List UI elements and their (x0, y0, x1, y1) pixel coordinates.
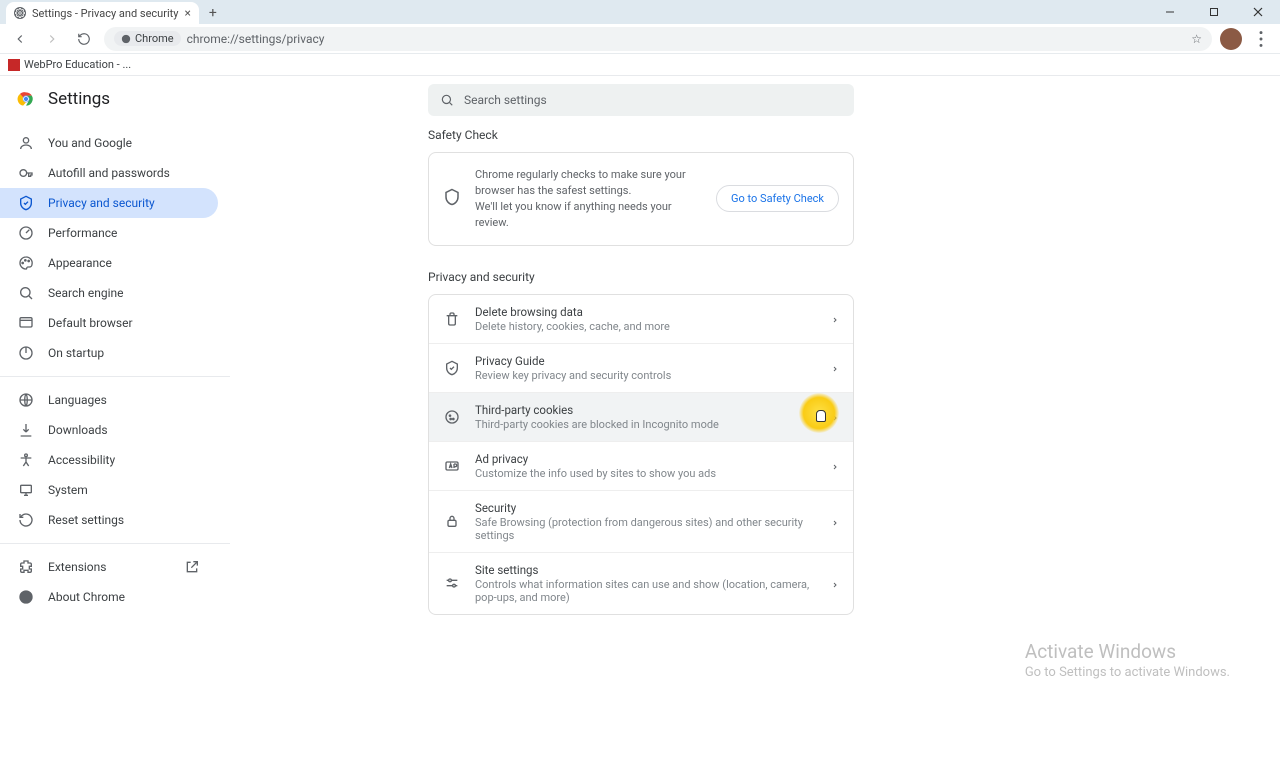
sidebar-item-reset[interactable]: Reset settings (0, 505, 218, 535)
sidebar-item-on-startup[interactable]: On startup (0, 338, 218, 368)
sidebar-item-privacy[interactable]: Privacy and security (0, 188, 218, 218)
privacy-heading: Privacy and security (428, 270, 854, 284)
chrome-logo-icon (16, 89, 36, 109)
row-privacy-guide[interactable]: Privacy GuideReview key privacy and secu… (429, 344, 853, 393)
chevron-right-icon (831, 309, 839, 328)
window-titlebar: Settings - Privacy and security × + (0, 0, 1280, 24)
window-controls (1148, 0, 1280, 24)
privacy-list: Delete browsing dataDelete history, cook… (428, 294, 854, 615)
shield-check-icon (443, 360, 461, 376)
search-settings-input[interactable]: Search settings (428, 84, 854, 116)
row-ad-privacy[interactable]: Ad privacyCustomize the info used by sit… (429, 442, 853, 491)
sidebar-item-system[interactable]: System (0, 475, 218, 505)
forward-button[interactable] (40, 27, 64, 51)
browser-toolbar: Chrome chrome://settings/privacy ☆ (0, 24, 1280, 54)
chevron-right-icon (831, 456, 839, 475)
lock-icon (443, 513, 461, 529)
tab-title: Settings - Privacy and security (32, 7, 178, 20)
sidebar-item-about[interactable]: About Chrome (0, 582, 218, 612)
sidebar-item-downloads[interactable]: Downloads (0, 415, 218, 445)
row-third-party-cookies[interactable]: Third-party cookiesThird-party cookies a… (429, 393, 853, 442)
row-security[interactable]: SecuritySafe Browsing (protection from d… (429, 491, 853, 553)
close-window-button[interactable] (1236, 0, 1280, 24)
search-placeholder: Search settings (464, 93, 547, 107)
sidebar-item-autofill[interactable]: Autofill and passwords (0, 158, 218, 188)
sidebar-item-extensions[interactable]: Extensions (0, 552, 218, 582)
sidebar-item-languages[interactable]: Languages (0, 385, 218, 415)
sidebar-item-performance[interactable]: Performance (0, 218, 218, 248)
chevron-right-icon (831, 358, 839, 377)
search-icon (440, 93, 454, 107)
settings-sidebar: You and Google Autofill and passwords Pr… (0, 122, 230, 612)
chevron-right-icon (831, 512, 839, 531)
settings-favicon-icon (14, 7, 26, 19)
sidebar-item-default-browser[interactable]: Default browser (0, 308, 218, 338)
reload-button[interactable] (72, 27, 96, 51)
row-site-settings[interactable]: Site settingsControls what information s… (429, 553, 853, 614)
browser-tab[interactable]: Settings - Privacy and security × (6, 2, 199, 24)
maximize-button[interactable] (1192, 0, 1236, 24)
sidebar-item-you-google[interactable]: You and Google (0, 128, 218, 158)
tab-close-icon[interactable]: × (184, 6, 190, 20)
profile-avatar[interactable] (1220, 28, 1242, 50)
row-delete-browsing-data[interactable]: Delete browsing dataDelete history, cook… (429, 295, 853, 344)
sidebar-item-search-engine[interactable]: Search engine (0, 278, 218, 308)
bookmarks-bar: WebPro Education - ... (0, 54, 1280, 76)
trash-icon (443, 311, 461, 327)
back-button[interactable] (8, 27, 32, 51)
omnibox-chip: Chrome (114, 31, 181, 46)
chevron-right-icon (831, 407, 839, 426)
sidebar-item-accessibility[interactable]: Accessibility (0, 445, 218, 475)
chrome-menu-icon[interactable] (1250, 28, 1272, 50)
chevron-right-icon (831, 574, 839, 593)
main-content: Safety Check Chrome regularly checks to … (428, 128, 854, 615)
bookmark-favicon-icon (8, 59, 20, 71)
safety-check-heading: Safety Check (428, 128, 854, 142)
cookie-icon (443, 409, 461, 425)
sliders-icon (443, 575, 461, 591)
ad-icon (443, 458, 461, 474)
bookmark-item[interactable]: WebPro Education - ... (8, 58, 131, 71)
nav-separator (0, 543, 230, 544)
go-to-safety-check-button[interactable]: Go to Safety Check (716, 185, 839, 212)
safety-icon (443, 188, 461, 210)
safety-text: Chrome regularly checks to make sure you… (475, 167, 702, 231)
safety-check-card: Chrome regularly checks to make sure you… (428, 152, 854, 246)
new-tab-button[interactable]: + (209, 2, 217, 24)
nav-separator (0, 376, 230, 377)
address-bar[interactable]: Chrome chrome://settings/privacy ☆ (104, 27, 1212, 51)
minimize-button[interactable] (1148, 0, 1192, 24)
sidebar-item-appearance[interactable]: Appearance (0, 248, 218, 278)
activate-windows-watermark: Activate Windows Go to Settings to activ… (1025, 640, 1230, 680)
omnibox-url: chrome://settings/privacy (187, 32, 325, 46)
bookmark-star-icon[interactable]: ☆ (1191, 32, 1202, 46)
external-link-icon (184, 559, 200, 575)
page-title: Settings (48, 89, 110, 109)
